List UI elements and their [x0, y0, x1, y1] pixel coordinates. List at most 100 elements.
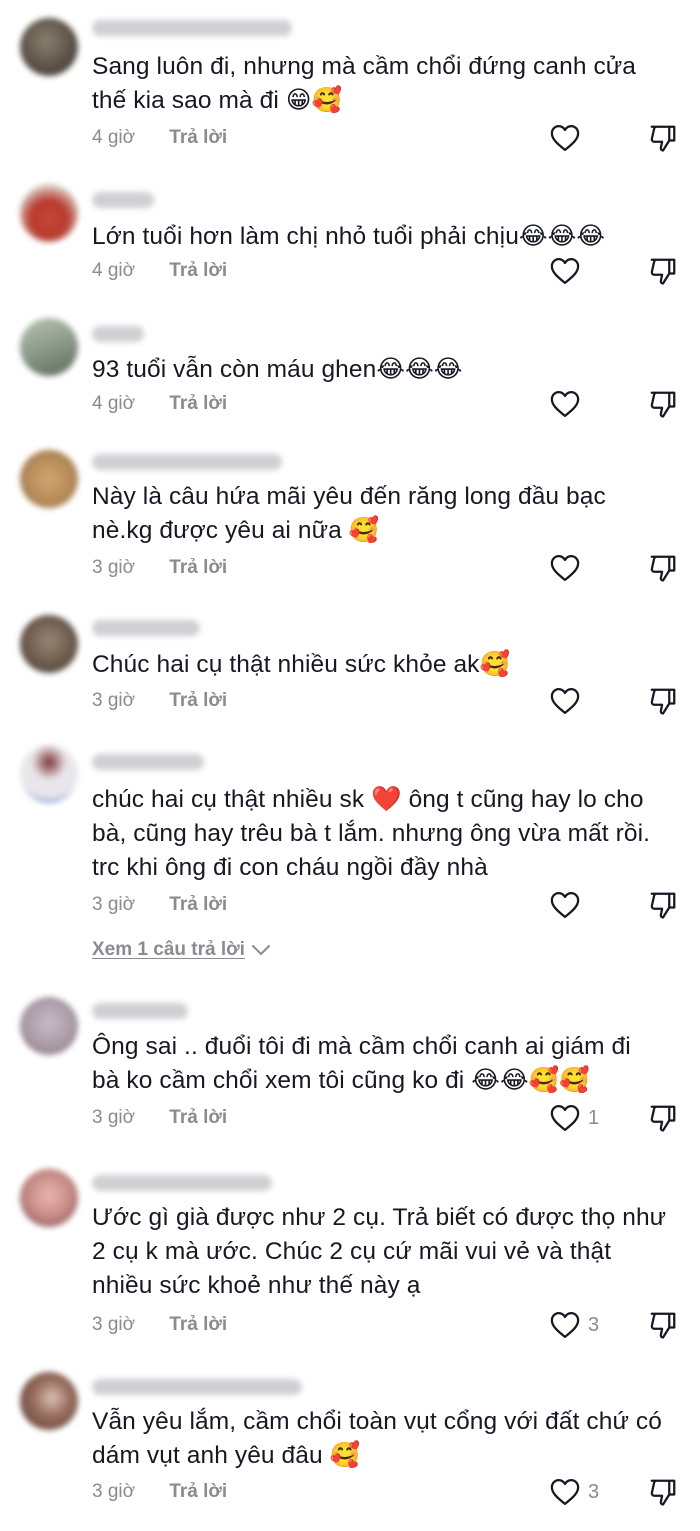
comment-text: Ông sai .. đuổi tôi đi mà cầm chổi canh …: [92, 1033, 631, 1094]
avatar[interactable]: [20, 997, 78, 1055]
like-count: 3: [588, 1313, 600, 1336]
username-blurred[interactable]: [92, 1003, 188, 1019]
like-button[interactable]: 3: [550, 1477, 599, 1507]
username-blurred[interactable]: [92, 1379, 302, 1395]
comment-meta: 4 giờ Trả lời: [92, 258, 227, 284]
like-button[interactable]: [550, 890, 598, 920]
thumbs-down-icon: [650, 1479, 676, 1506]
thumbs-down-icon: [650, 688, 676, 715]
comment-text: 93 tuổi vẫn còn máu ghen😂😂😂: [92, 356, 463, 383]
username-blurred[interactable]: [92, 326, 144, 342]
dislike-button[interactable]: [648, 1477, 678, 1507]
avatar[interactable]: [20, 615, 78, 673]
heart-icon: [550, 555, 580, 581]
comment-meta: 3 giờ Trả lời: [92, 1312, 227, 1338]
heart-icon: [550, 258, 580, 284]
like-count: 1: [588, 1106, 600, 1129]
username-blurred[interactable]: [92, 754, 204, 770]
thumbs-down-icon: [650, 125, 676, 152]
heart-icon: [550, 1312, 580, 1338]
avatar-image: [20, 318, 78, 376]
like-button[interactable]: [550, 123, 598, 153]
chevron-down-icon: [251, 945, 270, 955]
avatar-image: [20, 745, 78, 803]
comment-text: chúc hai cụ thật nhiều sk ❤️ ông t cũng …: [92, 786, 651, 881]
comment-time: 4 giờ: [92, 393, 136, 414]
dislike-button[interactable]: [648, 890, 678, 920]
comment-time: 3 giờ: [92, 1107, 136, 1128]
comment-text: Chúc hai cụ thật nhiều sức khỏe ak🥰: [92, 651, 511, 678]
dislike-button[interactable]: [648, 256, 678, 286]
comment-text: Này là câu hứa mãi yêu đến răng long đầu…: [92, 483, 606, 544]
thumbs-down-icon: [650, 1312, 676, 1339]
comment-time: 4 giờ: [92, 260, 136, 281]
avatar-image: [20, 997, 78, 1055]
avatar[interactable]: [20, 18, 78, 76]
dislike-button[interactable]: [648, 1103, 678, 1133]
reply-button[interactable]: Trả lời: [169, 1481, 227, 1502]
comment-text: Lớn tuổi hơn làm chị nhỏ tuổi phải chịu😂…: [92, 223, 606, 250]
like-button[interactable]: 1: [550, 1103, 599, 1133]
view-replies-label: Xem 1 câu trả lời: [92, 939, 245, 960]
dislike-button[interactable]: [648, 1310, 678, 1340]
comment-time: 3 giờ: [92, 1314, 136, 1335]
heart-icon: [550, 391, 580, 417]
thumbs-down-icon: [650, 555, 676, 582]
reply-button[interactable]: Trả lời: [169, 1107, 227, 1128]
reply-button[interactable]: Trả lời: [169, 690, 227, 711]
comment-meta: 3 giờ Trả lời: [92, 555, 227, 581]
dislike-button[interactable]: [648, 389, 678, 419]
avatar[interactable]: [20, 450, 78, 508]
avatar-image: [20, 615, 78, 673]
comment-text: Vẫn yêu lắm, cầm chổi toàn vụt cổng với …: [92, 1408, 662, 1469]
avatar[interactable]: [20, 745, 78, 803]
avatar-image: [20, 184, 78, 242]
like-button[interactable]: [550, 553, 598, 583]
heart-icon: [550, 892, 580, 918]
avatar-image: [20, 18, 78, 76]
avatar[interactable]: [20, 1372, 78, 1430]
dislike-button[interactable]: [648, 553, 678, 583]
comment-text: Sang luôn đi, nhưng mà cầm chổi đứng can…: [92, 53, 637, 114]
thumbs-down-icon: [650, 258, 676, 285]
username-blurred[interactable]: [92, 20, 292, 36]
like-button[interactable]: [550, 686, 598, 716]
heart-icon: [550, 688, 580, 714]
username-blurred[interactable]: [92, 192, 154, 208]
username-blurred[interactable]: [92, 454, 282, 470]
avatar-image: [20, 450, 78, 508]
view-replies-link[interactable]: Xem 1 câu trả lời: [92, 939, 271, 961]
avatar[interactable]: [20, 184, 78, 242]
thumbs-down-icon: [650, 1105, 676, 1132]
reply-button[interactable]: Trả lời: [169, 127, 227, 148]
comment-time: 4 giờ: [92, 127, 136, 148]
comment-meta: 4 giờ Trả lời: [92, 125, 227, 151]
comment-meta: 3 giờ Trả lời: [92, 1479, 227, 1505]
avatar-image: [20, 1169, 78, 1227]
username-blurred[interactable]: [92, 1175, 272, 1191]
heart-icon: [550, 1479, 580, 1505]
comment-meta: 3 giờ Trả lời: [92, 1105, 227, 1131]
avatar-image: [20, 1372, 78, 1430]
dislike-button[interactable]: [648, 686, 678, 716]
username-blurred[interactable]: [92, 620, 200, 636]
comment-time: 3 giờ: [92, 1481, 136, 1502]
like-button[interactable]: 3: [550, 1310, 599, 1340]
comment-time: 3 giờ: [92, 894, 136, 915]
reply-button[interactable]: Trả lời: [169, 1314, 227, 1335]
like-button[interactable]: [550, 389, 598, 419]
heart-icon: [550, 125, 580, 151]
like-button[interactable]: [550, 256, 598, 286]
like-count: 3: [588, 1480, 600, 1503]
dislike-button[interactable]: [648, 123, 678, 153]
reply-button[interactable]: Trả lời: [169, 260, 227, 281]
avatar[interactable]: [20, 318, 78, 376]
reply-button[interactable]: Trả lời: [169, 894, 227, 915]
avatar[interactable]: [20, 1169, 78, 1227]
comment-meta: 3 giờ Trả lời: [92, 892, 227, 918]
reply-button[interactable]: Trả lời: [169, 393, 227, 414]
reply-button[interactable]: Trả lời: [169, 557, 227, 578]
thumbs-down-icon: [650, 892, 676, 919]
comment-meta: 3 giờ Trả lời: [92, 688, 227, 714]
comment-time: 3 giờ: [92, 690, 136, 711]
